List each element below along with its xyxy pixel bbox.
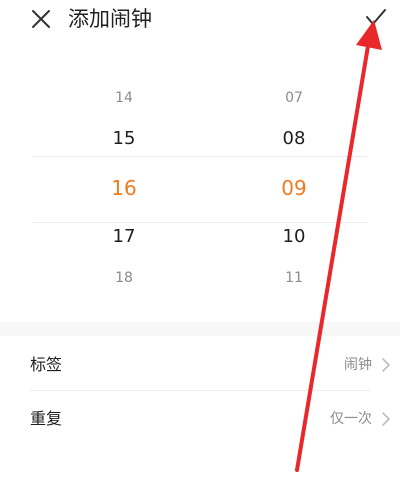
confirm-button[interactable] — [364, 6, 388, 30]
hour-option[interactable]: 15 — [84, 128, 164, 149]
row-divider — [30, 390, 370, 391]
picker-divider — [32, 156, 368, 157]
chevron-right-icon — [382, 358, 390, 372]
minute-option[interactable]: 11 — [254, 270, 334, 286]
repeat-row-title: 重复 — [30, 409, 63, 428]
chevron-right-icon — [382, 412, 390, 426]
label-row-title: 标签 — [30, 355, 63, 374]
time-picker: 14 15 16 17 18 07 08 09 10 11 — [0, 76, 400, 306]
minute-option[interactable]: 10 — [254, 226, 334, 247]
section-separator — [0, 322, 400, 336]
hour-option-selected[interactable]: 16 — [84, 176, 164, 200]
repeat-row[interactable]: 重复 仅一次 — [30, 394, 400, 444]
picker-divider — [32, 222, 368, 223]
close-button[interactable] — [30, 8, 52, 30]
label-row[interactable]: 标签 闹钟 — [30, 340, 400, 390]
check-icon — [366, 9, 386, 25]
hour-option[interactable]: 14 — [84, 90, 164, 106]
close-icon — [32, 10, 50, 28]
label-row-value: 闹钟 — [344, 357, 372, 373]
minute-option[interactable]: 08 — [254, 128, 334, 149]
page-title: 添加闹钟 — [68, 7, 152, 31]
repeat-row-value: 仅一次 — [330, 411, 372, 427]
hour-option[interactable]: 18 — [84, 270, 164, 286]
hour-option[interactable]: 17 — [84, 226, 164, 247]
minute-option-selected[interactable]: 09 — [254, 176, 334, 200]
minute-option[interactable]: 07 — [254, 90, 334, 106]
top-bar: 添加闹钟 — [0, 0, 400, 44]
